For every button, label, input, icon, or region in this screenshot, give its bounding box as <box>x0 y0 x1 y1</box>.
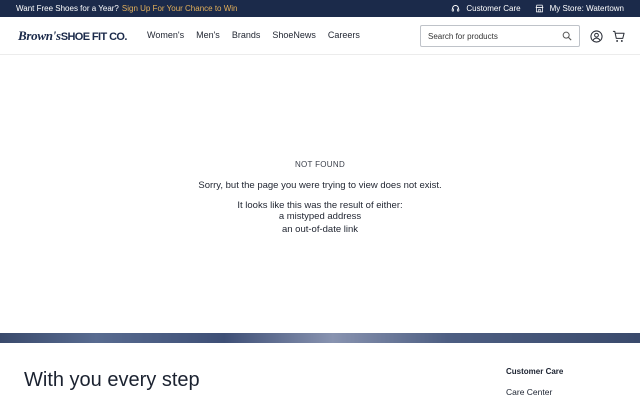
not-found-message: NOT FOUND Sorry, but the page you were t… <box>0 160 640 236</box>
promo-signup-link[interactable]: Sign Up For Your Chance to Win <box>122 4 238 13</box>
nav-mens[interactable]: Men's <box>196 30 220 40</box>
footer-care-center-link[interactable]: Care Center <box>506 387 552 397</box>
footer-tagline: With you every step <box>24 369 200 391</box>
my-store-link[interactable]: My Store: Watertown <box>535 4 624 13</box>
reason-mistyped-address: a mistyped address <box>278 211 362 222</box>
footer-banner-image <box>0 333 640 343</box>
not-found-intro: It looks like this was the result of eit… <box>237 200 403 211</box>
my-store-label: My Store: Watertown <box>549 4 624 13</box>
logo-caps-text: SHOE FIT CO. <box>60 31 128 43</box>
nav-womens[interactable]: Women's <box>147 30 184 40</box>
nav-careers[interactable]: Careers <box>328 30 360 40</box>
customer-care-link[interactable]: Customer Care <box>451 4 521 13</box>
nav-shoenews[interactable]: ShoeNews <box>272 30 316 40</box>
logo-script-text: Brown's <box>18 28 61 43</box>
customer-care-label: Customer Care <box>466 4 521 13</box>
main-nav: Women's Men's Brands ShoeNews Careers <box>147 30 372 40</box>
store-icon <box>535 4 544 13</box>
promo-text: Want Free Shoes for a Year? <box>16 4 119 13</box>
not-found-title: NOT FOUND <box>294 160 346 169</box>
site-header: Brown'sSHOE FIT CO. Women's Men's Brands… <box>0 17 640 55</box>
footer-customer-care-heading: Customer Care <box>506 367 564 376</box>
site-logo[interactable]: Brown'sSHOE FIT CO. <box>18 28 127 44</box>
nav-brands[interactable]: Brands <box>232 30 261 40</box>
topbar-utilities: Customer Care My Store: Watertown <box>451 4 624 13</box>
search-box <box>420 25 580 47</box>
account-icon[interactable] <box>589 29 603 43</box>
search-input[interactable] <box>428 31 562 41</box>
search-icon[interactable] <box>562 31 572 41</box>
reason-outdated-link: an out-of-date link <box>281 223 359 235</box>
headset-icon <box>452 5 460 12</box>
top-promo-bar: Want Free Shoes for a Year? Sign Up For … <box>0 0 640 17</box>
cart-icon[interactable] <box>611 29 625 43</box>
not-found-description: Sorry, but the page you were trying to v… <box>198 180 442 191</box>
site-footer: With you every step Customer Care Care C… <box>0 343 640 400</box>
